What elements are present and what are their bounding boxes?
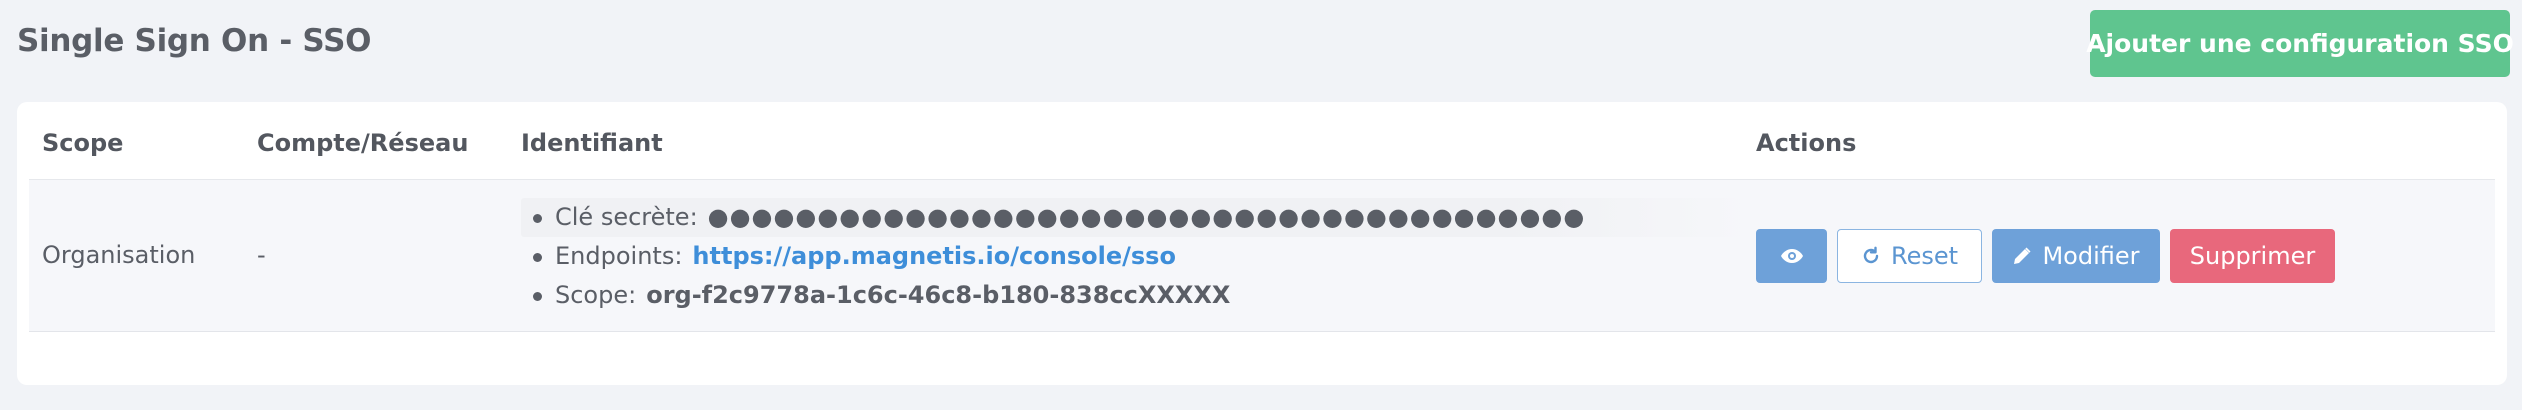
secret-key-label: Clé secrète: (555, 203, 698, 231)
edit-button-label: Modifier (2042, 242, 2140, 270)
edit-button[interactable]: Modifier (1992, 229, 2160, 283)
reset-button-label: Reset (1890, 242, 1959, 270)
column-header-scope: Scope (42, 129, 124, 157)
view-button[interactable] (1756, 229, 1827, 283)
endpoints-label: Endpoints: (555, 242, 683, 270)
page-title: Single Sign On - SSO (17, 23, 372, 59)
delete-button[interactable]: Supprimer (2170, 229, 2335, 283)
endpoints-item: Endpoints: https://app.magnetis.io/consol… (521, 237, 1751, 276)
column-header-account: Compte/Réseau (257, 129, 469, 157)
refresh-icon (1861, 246, 1881, 266)
endpoints-link[interactable]: https://app.magnetis.io/console/sso (692, 242, 1176, 270)
column-header-actions: Actions (1756, 129, 1857, 157)
eye-icon (1780, 248, 1804, 264)
pencil-icon (2012, 246, 2032, 266)
scope-label: Scope: (555, 281, 637, 309)
secret-key-value: ●●●●●●●●●●●●●●●●●●●●●●●●●●●●●●●●●●●●●●●● (707, 203, 1586, 231)
page-header: Single Sign On - SSO Ajouter une configu… (0, 0, 2522, 88)
table-row: Organisation - Clé secrète: ●●●●●●●●●●●●●… (29, 180, 2495, 332)
sso-page: Single Sign On - SSO Ajouter une configu… (0, 0, 2522, 410)
row-account: - (257, 241, 266, 269)
row-actions: Reset Modifier Supprimer (1756, 229, 2335, 283)
sso-table-card: Scope Compte/Réseau Identifiant Actions … (17, 102, 2507, 385)
secret-key-item: Clé secrète: ●●●●●●●●●●●●●●●●●●●●●●●●●●●●… (521, 198, 1751, 237)
table-header: Scope Compte/Réseau Identifiant Actions (29, 102, 2495, 180)
row-scope: Organisation (42, 241, 196, 269)
reset-button[interactable]: Reset (1837, 229, 1982, 283)
column-header-identifier: Identifiant (521, 129, 663, 157)
scope-value: org-f2c9778a-1c6c-46c8-b180-838ccXXXXX (646, 281, 1231, 309)
identifier-list: Clé secrète: ●●●●●●●●●●●●●●●●●●●●●●●●●●●●… (521, 198, 1751, 315)
scope-item: Scope: org-f2c9778a-1c6c-46c8-b180-838ccX… (521, 276, 1751, 315)
add-sso-configuration-button[interactable]: Ajouter une configuration SSO (2086, 10, 2514, 77)
